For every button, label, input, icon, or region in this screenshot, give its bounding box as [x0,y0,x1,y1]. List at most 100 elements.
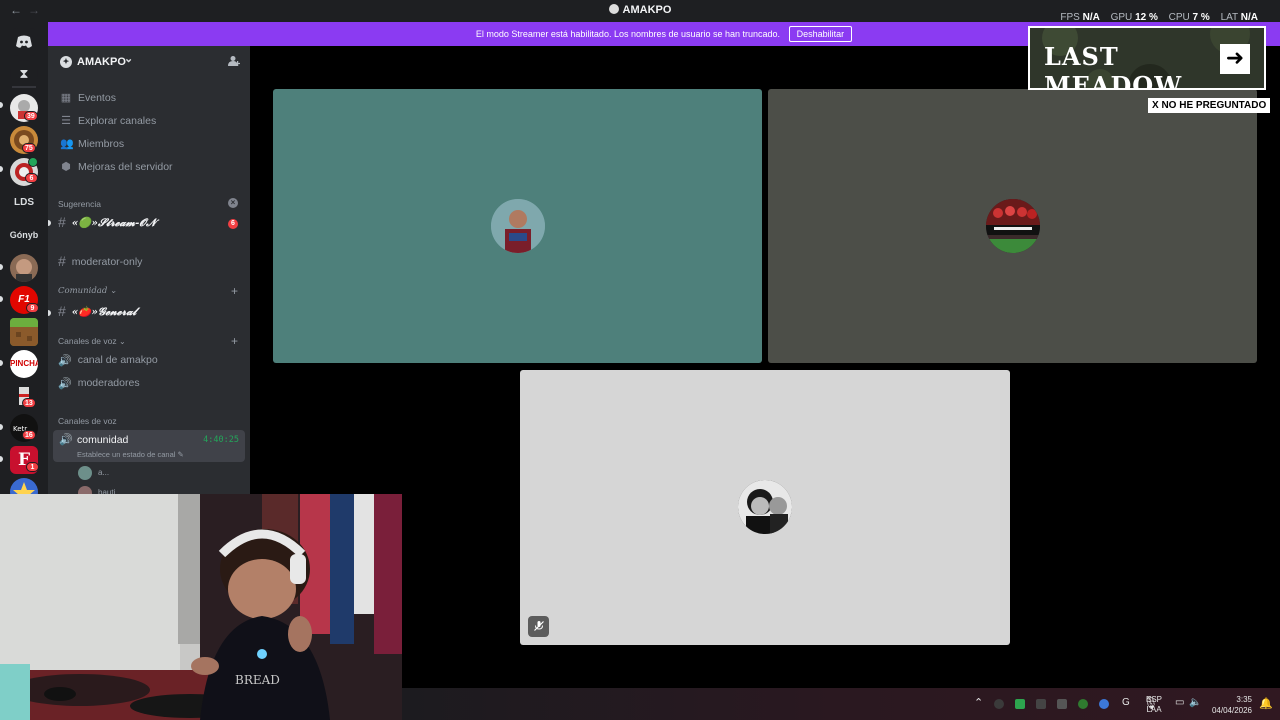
nav-eventos[interactable]: ▦ Eventos [60,91,116,104]
server-badge-2: 75 [22,143,36,153]
video-tile-3[interactable] [520,370,1010,645]
clock[interactable]: 3:35 04/04/2026 [1208,694,1252,716]
category-sugerencia[interactable]: Sugerencia [58,199,101,209]
clock-time: 3:35 [1236,695,1252,704]
channel-sidebar: ✦ AMAKPO ⌄ ▦ Eventos ☰ Explorar canales 👥 M… [48,46,250,494]
window-title: AMAKPO [622,4,672,16]
server-icon [608,4,619,14]
discord-home-icon[interactable] [10,28,38,56]
server-badge-4: 9 [26,303,39,313]
svg-text:BREAD: BREAD [235,673,280,687]
channel-stream-on[interactable]: # «🟢»𝓢𝓽𝓻𝓮𝓪𝓶-𝓞𝓝 [58,214,156,230]
server-header[interactable]: ✦ AMAKPO ⌄ [48,46,250,80]
channel-status-placeholder[interactable]: Establece un estado de canal ✎ [77,450,184,459]
unread-indicator [48,310,51,316]
hash-icon: # [58,214,66,230]
last-meadow-logo: LAST MEADOW ➜ [1028,26,1266,90]
online-dot [28,157,38,167]
chevron-down-icon: ⌄ [118,337,126,346]
banner-message: El modo Streamer está habilitado. Los no… [475,29,781,39]
nav-miembros[interactable]: 👥 Miembros [60,137,124,150]
invite-people-icon[interactable] [228,55,240,70]
nav-label: Miembros [78,138,125,150]
category-comunidad[interactable]: Comunidad ⌄ [58,286,117,296]
channel-label: moderator-only [71,256,143,268]
category-label: Canales de voz [58,336,117,346]
windows-taskbar: ⌃ G 🎙 ESP LAA ▭ 🔈 3:35 04/04/2026 🔔 [402,688,1280,720]
server-name: AMAKPO [77,56,126,68]
create-channel-icon[interactable]: + [231,284,238,298]
members-icon: 👥 [60,138,74,150]
channel-moderator-only[interactable]: # moderator-only [58,253,142,269]
server-avatar-pincha[interactable]: PINCHA [10,350,38,378]
unread-pill [0,102,3,108]
server-avatar-minecraft[interactable] [10,318,38,346]
speaker-icon: 🔊 [58,378,72,390]
chevron-down-icon: ⌄ [124,53,134,65]
avatar [491,199,545,253]
arrow-right-icon: ➜ [1220,44,1250,74]
category-canales-de-voz-2[interactable]: Canales de voz [58,416,117,426]
voice-member-name[interactable]: a... [98,468,109,477]
hourglass-icon[interactable]: ⧗ [10,60,38,88]
language-indicator[interactable]: ESP LAA [1146,695,1162,715]
nav-mejoras[interactable]: ⬢ Mejoras del servidor [60,160,173,173]
category-label: Comunidad [58,286,108,296]
tray-app-icon[interactable] [1036,699,1046,709]
video-tile-1[interactable] [273,89,762,363]
boost-icon: ⬢ [61,161,71,173]
unread-pill [0,166,3,172]
speaker-icon: 🔊 [58,355,72,367]
voice-channel-moderadores[interactable]: 🔊 moderadores [58,377,140,390]
server-badge-3: 6 [25,173,38,183]
tray-app-icon[interactable] [994,699,1004,709]
server-lds[interactable]: LDS [0,197,48,208]
volume-icon[interactable]: 🔈 [1189,697,1201,708]
network-icon[interactable]: ▭ [1175,697,1184,708]
category-canales-de-voz[interactable]: Canales de voz ⌄ [58,336,126,346]
nav-explorar-canales[interactable]: ☰ Explorar canales [60,114,156,127]
status-text: Establece un estado de canal [77,450,176,459]
channel-label: «🍅»𝓖𝓮𝓷𝓮𝓻𝓪𝓵 [71,306,137,318]
unread-pill [0,456,3,462]
server-badge-6: 16 [22,430,36,440]
close-icon[interactable]: × [228,198,238,208]
speaker-icon: 🔊 [59,434,73,446]
network-app-icon[interactable]: G [1122,697,1130,708]
browse-channels-icon: ☰ [61,115,71,127]
nav-label: Eventos [78,92,116,104]
channel-general[interactable]: # «🍅»𝓖𝓮𝓷𝓮𝓻𝓪𝓵 [58,303,137,319]
voice-channel-name: comunidad [77,434,129,446]
server-boost-icon: ✦ [60,56,72,68]
tray-app-icon[interactable] [1099,699,1109,709]
channel-label: canal de amakpo [77,354,158,366]
unread-pill [0,424,3,430]
create-channel-icon[interactable]: + [231,334,238,348]
server-avatar-4[interactable] [10,254,38,282]
notifications-icon[interactable]: 🔔 [1259,697,1273,710]
show-hidden-icons-button[interactable]: ⌃ [974,696,983,709]
video-tile-2[interactable] [768,89,1257,363]
avatar[interactable] [78,466,92,480]
server-gonyb[interactable]: Gónyb [0,230,48,240]
mic-muted-icon [528,616,549,637]
server-badge-5: 13 [22,398,36,408]
unread-pill [0,360,3,366]
unread-indicator [48,220,51,226]
avatar[interactable] [78,486,92,494]
voice-timer: 4:40:25 [203,435,239,445]
tray-app-icon[interactable] [1057,699,1067,709]
mention-badge: 6 [228,219,238,229]
rail-divider [12,86,36,88]
tray-app-icon[interactable] [1015,699,1025,709]
nav-label: Mejoras del servidor [78,161,173,173]
voice-channel-canal-de-amakpo[interactable]: 🔊 canal de amakpo [58,354,158,367]
unread-pill [0,296,3,302]
channel-label: moderadores [77,377,140,389]
tray-app-icon[interactable] [1078,699,1088,709]
voice-channel-comunidad[interactable]: 🔊 comunidad 4:40:25 Establece un estado … [53,430,245,462]
unread-pill [0,264,3,270]
disable-streamer-mode-button[interactable]: Deshabilitar [788,26,853,42]
hash-icon: # [58,303,66,319]
webcam-feed: BREAD [0,494,402,720]
